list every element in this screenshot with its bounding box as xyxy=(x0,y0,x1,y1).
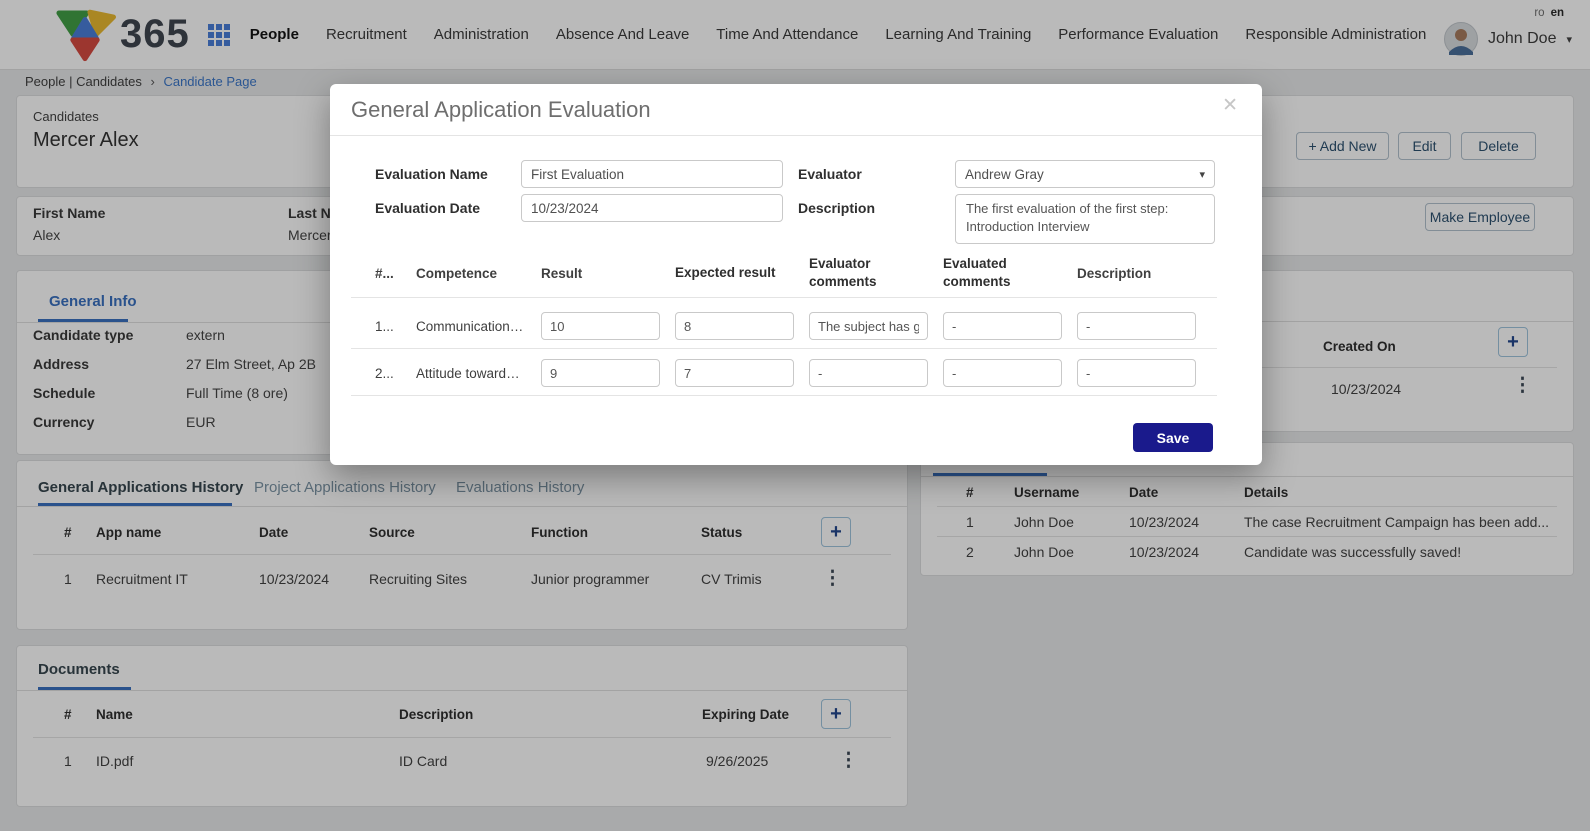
save-button[interactable]: Save xyxy=(1133,423,1213,452)
chevron-down-icon: ▾ xyxy=(1199,168,1205,181)
col-expected-result: Expected result xyxy=(675,264,794,282)
description-input[interactable] xyxy=(1077,359,1196,387)
description-textarea[interactable]: The first evaluation of the first step: … xyxy=(955,194,1215,244)
evaluated-comments-input[interactable] xyxy=(943,359,1062,387)
evaluation-date-input[interactable] xyxy=(521,194,783,222)
evaluation-date-label: Evaluation Date xyxy=(375,200,480,216)
result-input[interactable] xyxy=(541,312,660,340)
modal-title: General Application Evaluation xyxy=(351,97,651,123)
evaluator-select[interactable]: Andrew Gray ▾ xyxy=(955,160,1215,188)
evaluation-row: 2... Attitude towards the job xyxy=(375,353,1216,393)
modal-header-divider xyxy=(330,135,1262,136)
evaluation-name-input[interactable] xyxy=(521,160,783,188)
cell-competence: Attitude towards the job xyxy=(416,366,526,381)
general-application-evaluation-modal: General Application Evaluation ✕ Evaluat… xyxy=(330,84,1262,465)
divider xyxy=(351,395,1217,396)
expected-result-input[interactable] xyxy=(675,312,794,340)
close-icon[interactable]: ✕ xyxy=(1222,94,1238,117)
result-input[interactable] xyxy=(541,359,660,387)
col-competence: Competence xyxy=(416,266,526,281)
evaluation-table-header: #... Competence Result Expected result E… xyxy=(375,254,1216,292)
cell-competence: Communication Skills xyxy=(416,319,526,334)
evaluated-comments-input[interactable] xyxy=(943,312,1062,340)
cell-num: 2... xyxy=(375,366,401,381)
evaluation-name-label: Evaluation Name xyxy=(375,166,488,182)
evaluator-label: Evaluator xyxy=(798,166,862,182)
description-label: Description xyxy=(798,200,875,216)
evaluator-comments-input[interactable] xyxy=(809,359,928,387)
col-evaluator-comments: Evaluator comments xyxy=(809,255,928,291)
col-result: Result xyxy=(541,266,660,281)
col-description: Description xyxy=(1077,266,1196,281)
cell-num: 1... xyxy=(375,319,401,334)
col-evaluated-comments: Evaluated comments xyxy=(943,255,1062,291)
description-input[interactable] xyxy=(1077,312,1196,340)
candidate-page: 365 People Recruitment Administration Ab… xyxy=(0,0,1590,831)
col-num: #... xyxy=(375,266,401,281)
expected-result-input[interactable] xyxy=(675,359,794,387)
divider xyxy=(351,297,1217,298)
evaluator-value: Andrew Gray xyxy=(965,167,1044,182)
divider xyxy=(351,348,1217,349)
evaluator-comments-input[interactable] xyxy=(809,312,928,340)
evaluation-row: 1... Communication Skills xyxy=(375,306,1216,346)
